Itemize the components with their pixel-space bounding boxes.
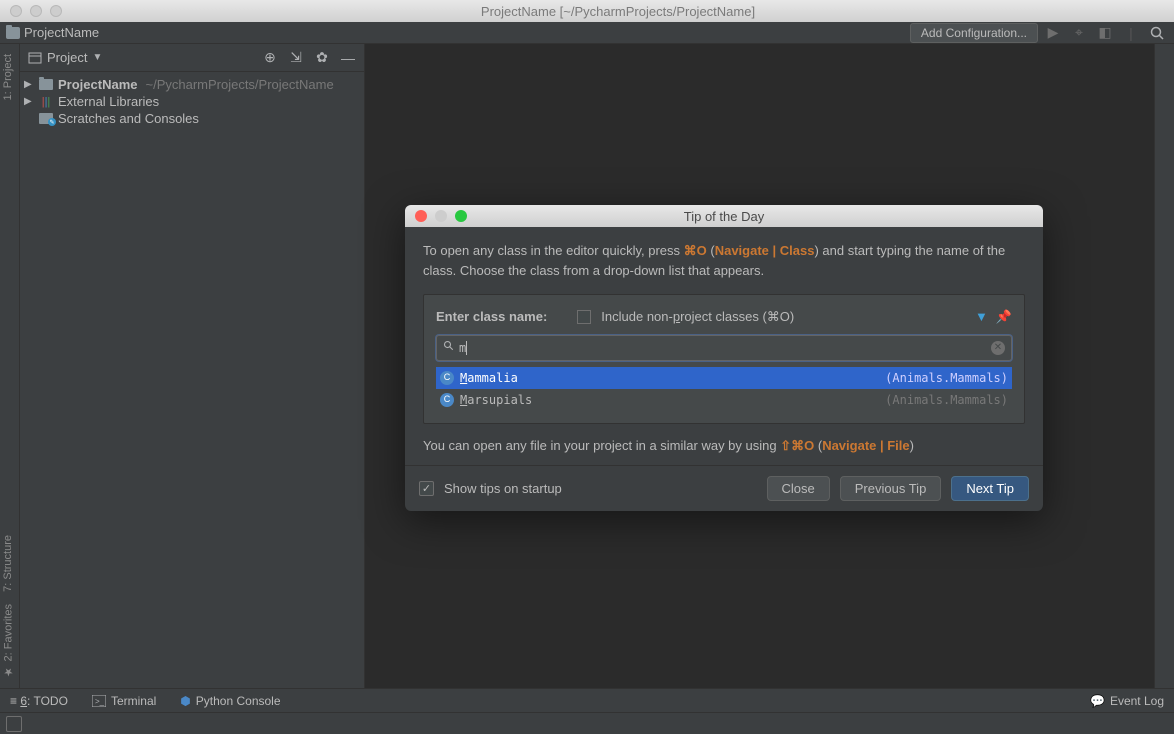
tip-text-2: You can open any file in your project in… <box>423 436 1025 456</box>
tree-root[interactable]: ▶ ProjectName ~/PycharmProjects/ProjectN… <box>20 76 364 93</box>
window-controls <box>0 5 62 17</box>
filter-icon: ▼ <box>975 307 988 327</box>
tip-of-the-day-dialog: Tip of the Day To open any class in the … <box>405 205 1043 511</box>
tree-external-libs[interactable]: ▶ ||| External Libraries <box>20 93 364 110</box>
expand-arrow-icon[interactable]: ▶ <box>24 96 34 107</box>
demo-screenshot: Enter class name: Include non-project cl… <box>423 294 1025 424</box>
add-configuration-button[interactable]: Add Configuration... <box>910 23 1038 43</box>
project-tool-window: Project ▼ ⊕ ⇲ ✿ — ▶ ProjectName ~/Pychar… <box>20 44 365 688</box>
python-console-tool-tab[interactable]: ⬢ Python Console <box>180 694 280 708</box>
locate-icon[interactable]: ⊕ <box>262 50 278 66</box>
show-tips-label[interactable]: Show tips on startup <box>444 481 562 496</box>
python-icon: ⬢ <box>180 694 190 708</box>
breadcrumb[interactable]: ProjectName <box>24 25 99 40</box>
event-log-icon: 💬 <box>1090 694 1105 708</box>
include-non-project-checkbox <box>577 310 591 324</box>
search-everywhere-icon[interactable] <box>1146 22 1168 44</box>
gear-icon[interactable]: ✿ <box>314 50 330 66</box>
todo-tool-tab[interactable]: ≡ 6: TODO <box>10 694 68 708</box>
dialog-title: Tip of the Day <box>405 209 1043 224</box>
zoom-window-icon[interactable] <box>50 5 62 17</box>
previous-tip-button[interactable]: Previous Tip <box>840 476 942 501</box>
close-button[interactable]: Close <box>767 476 830 501</box>
next-tip-button[interactable]: Next Tip <box>951 476 1029 501</box>
tree-root-label: ProjectName <box>58 77 137 92</box>
demo-search-field: m ✕ <box>436 335 1012 361</box>
event-log-tool-tab[interactable]: 💬 Event Log <box>1090 694 1164 708</box>
class-icon: C <box>440 371 454 385</box>
terminal-icon: >_ <box>92 695 106 707</box>
window-titlebar: ProjectName [~/PycharmProjects/ProjectNa… <box>0 0 1174 22</box>
left-tool-stripe: 1: Project 7: Structure ★2: Favorites <box>0 44 20 688</box>
tree-scratches[interactable]: ✎ Scratches and Consoles <box>20 110 364 127</box>
include-non-project-label: Include non-project classes (⌘O) <box>601 307 794 327</box>
svg-text:>_: >_ <box>95 697 105 706</box>
demo-results-list: CMammalia(Animals.Mammals)CMarsupials(An… <box>436 367 1012 411</box>
tip-text: To open any class in the editor quickly,… <box>423 241 1025 280</box>
show-tips-checkbox[interactable]: ✓ <box>419 481 434 496</box>
navigation-bar: ProjectName Add Configuration... ▶ ⌖ ◧ | <box>0 22 1174 44</box>
scratches-icon: ✎ <box>39 113 53 124</box>
terminal-tool-tab[interactable]: >_ Terminal <box>92 694 156 708</box>
minimize-window-icon[interactable] <box>30 5 42 17</box>
pin-icon: 📌 <box>996 307 1012 327</box>
demo-enter-class-label: Enter class name: <box>436 307 547 327</box>
favorites-tool-tab[interactable]: ★2: Favorites <box>0 598 17 684</box>
project-view-icon <box>28 51 42 65</box>
project-tree[interactable]: ▶ ProjectName ~/PycharmProjects/ProjectN… <box>20 72 364 131</box>
run-icon[interactable]: ▶ <box>1042 22 1064 44</box>
hide-panel-icon[interactable]: — <box>340 50 356 66</box>
folder-icon <box>39 79 53 90</box>
tool-windows-toggle-icon[interactable] <box>6 716 22 732</box>
external-libraries-icon: ||| <box>38 95 54 109</box>
status-bar <box>0 712 1174 734</box>
demo-result-row: CMarsupials(Animals.Mammals) <box>436 389 1012 411</box>
dialog-footer: ✓ Show tips on startup Close Previous Ti… <box>405 465 1043 511</box>
run-with-coverage-icon[interactable]: ◧ <box>1094 22 1116 44</box>
expand-arrow-icon[interactable]: ▶ <box>24 79 34 90</box>
project-panel-header: Project ▼ ⊕ ⇲ ✿ — <box>20 44 364 72</box>
folder-icon <box>6 27 20 39</box>
chevron-down-icon[interactable]: ▼ <box>92 52 102 63</box>
tree-label: External Libraries <box>58 94 159 109</box>
dialog-titlebar: Tip of the Day <box>405 205 1043 227</box>
tree-root-path: ~/PycharmProjects/ProjectName <box>145 77 333 92</box>
search-icon <box>443 339 455 357</box>
demo-result-row: CMammalia(Animals.Mammals) <box>436 367 1012 389</box>
tree-label: Scratches and Consoles <box>58 111 199 126</box>
window-title: ProjectName [~/PycharmProjects/ProjectNa… <box>62 4 1174 19</box>
bottom-tool-stripe: ≡ 6: TODO >_ Terminal ⬢ Python Console 💬… <box>0 688 1174 712</box>
class-icon: C <box>440 393 454 407</box>
clear-icon: ✕ <box>991 341 1005 355</box>
right-tool-stripe <box>1154 44 1174 688</box>
close-window-icon[interactable] <box>10 5 22 17</box>
project-panel-title[interactable]: Project <box>47 50 87 65</box>
project-tool-tab[interactable]: 1: Project <box>0 48 16 106</box>
expand-all-icon[interactable]: ⇲ <box>288 50 304 66</box>
structure-tool-tab[interactable]: 7: Structure <box>0 529 16 598</box>
debug-icon[interactable]: ⌖ <box>1068 22 1090 44</box>
